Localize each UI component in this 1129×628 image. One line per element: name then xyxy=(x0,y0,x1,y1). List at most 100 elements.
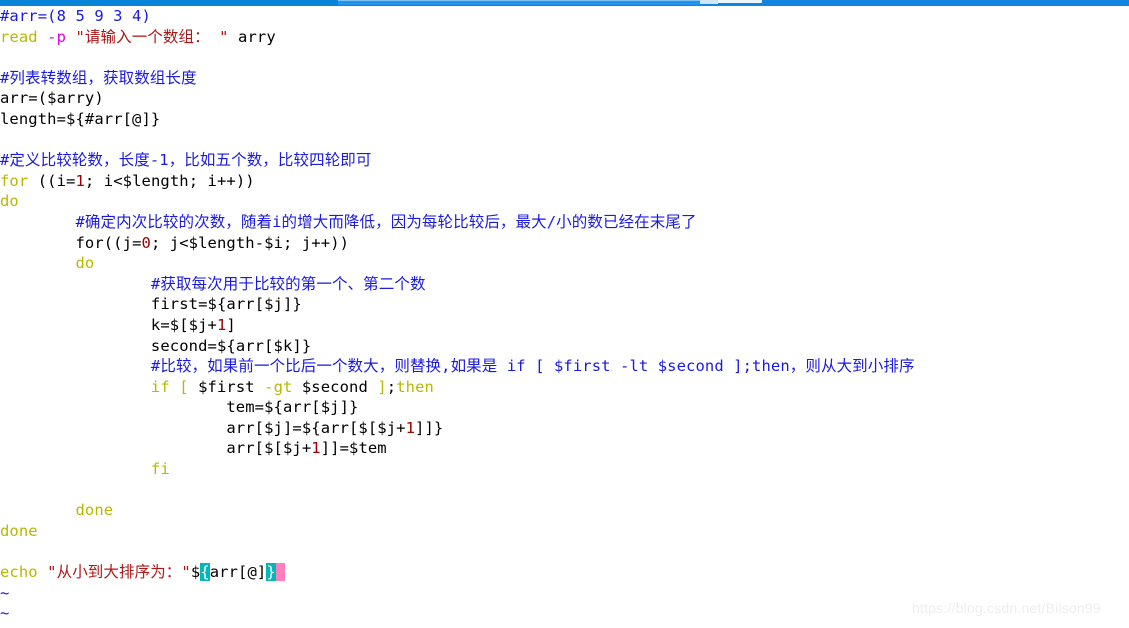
code-token-match: } xyxy=(266,563,276,582)
code-token-number: 1 xyxy=(311,439,321,458)
code-line[interactable]: tem=${arr[$j]} xyxy=(0,397,1129,418)
code-line[interactable]: first=${arr[$j]} xyxy=(0,294,1129,315)
code-line[interactable]: do xyxy=(0,191,1129,212)
code-token-keyword: if xyxy=(150,377,170,396)
code-line[interactable]: #定义比较轮数，长度-1，比如五个数，比较四轮即可 xyxy=(0,150,1129,171)
code-token-variable: ]]} xyxy=(415,418,444,437)
progress-segment-c xyxy=(700,0,718,4)
code-token-comment: #arr=(8 5 9 3 4) xyxy=(0,7,151,25)
code-line[interactable]: arr=($arry) xyxy=(0,88,1129,109)
code-token-variable: (( xyxy=(103,233,123,252)
code-line[interactable] xyxy=(0,480,1129,501)
code-token-keyword: ] xyxy=(377,377,387,396)
code-token-variable: )) xyxy=(330,233,350,252)
code-token-variable: $second xyxy=(301,377,368,396)
code-line[interactable]: done xyxy=(0,500,1129,521)
code-line[interactable]: if [ $first -gt $second ];then xyxy=(0,377,1129,398)
code-token-keyword: do xyxy=(75,254,95,273)
code-token-number: 1 xyxy=(75,171,85,190)
code-line[interactable] xyxy=(0,541,1129,562)
code-line[interactable]: for((j=0; j<$length-$i; j++)) xyxy=(0,233,1129,254)
code-token-variable: arr[@] xyxy=(209,563,267,582)
code-token-identifier: k xyxy=(150,315,161,334)
code-token-keyword: do xyxy=(0,192,19,211)
code-token-identifier: first xyxy=(150,295,199,314)
code-token-variable: $tem xyxy=(349,439,387,458)
code-token-plain: = xyxy=(292,418,302,437)
code-line[interactable]: arr[$j]=${arr[$[$j+1]]} xyxy=(0,418,1129,439)
code-token-plain: = xyxy=(339,439,350,458)
code-token-variable: $[$j+ xyxy=(169,315,217,334)
code-token-plain: arr xyxy=(0,418,255,437)
code-token-comment: #确定内次比较的次数，随着i的增大而降低，因为每轮比较后，最大/小的数已经在末尾… xyxy=(75,212,697,231)
code-line[interactable]: for ((i=1; i<$length; i++)) xyxy=(0,171,1129,192)
code-token-tilde: ~ xyxy=(0,604,10,623)
code-token-comment: #获取每次用于比较的第一个、第二个数 xyxy=(150,274,426,293)
code-token-plain: for xyxy=(0,233,104,252)
code-token-identifier: i xyxy=(56,171,67,190)
code-token-comment: #定义比较轮数，长度-1，比如五个数，比较四轮即可 xyxy=(0,151,372,170)
code-token-keyword: for xyxy=(0,171,29,190)
code-token-variable: $first xyxy=(198,377,255,396)
code-token-plain: = xyxy=(28,89,38,108)
code-token-cursor xyxy=(275,563,286,582)
code-line[interactable]: length=${#arr[@]} xyxy=(0,109,1129,130)
code-token-plain: ; i++ xyxy=(188,171,236,190)
code-line[interactable]: arr[$[$j+1]]=$tem xyxy=(0,438,1129,459)
code-line[interactable]: echo "从小到大排序为："${arr[@]} xyxy=(0,562,1129,583)
code-line[interactable]: k=$[$j+1] xyxy=(0,315,1129,336)
code-token-keyword: then xyxy=(396,377,434,396)
code-token-plain: arr xyxy=(0,439,255,458)
code-token-plain: ; j++ xyxy=(283,233,331,252)
code-token-plain: arry xyxy=(228,27,276,46)
code-token-plain: = xyxy=(254,398,265,417)
code-token-variable: $length xyxy=(122,171,189,190)
code-token-identifier: length xyxy=(0,109,57,128)
code-line[interactable]: #比较，如果前一个比后一个数大，则替换,如果是 if [ $first -lt … xyxy=(0,356,1129,377)
code-token-string: "从小到大排序为：" xyxy=(47,563,191,582)
code-token-variable: )) xyxy=(235,171,255,190)
code-token-comment: #比较，如果前一个比后一个数大，则替换,如果是 if [ $first -lt … xyxy=(150,357,915,376)
code-line[interactable] xyxy=(0,47,1129,68)
code-token-plain: = xyxy=(198,295,208,314)
code-token-var: -p xyxy=(47,27,67,46)
code-token-plain: ; j< xyxy=(150,233,189,252)
code-token-identifier: tem xyxy=(226,398,255,417)
code-line[interactable]: do xyxy=(0,253,1129,274)
code-line[interactable]: fi xyxy=(0,459,1129,480)
progress-segment-b xyxy=(338,0,700,5)
code-line[interactable] xyxy=(0,130,1129,151)
code-token-comment: #列表转数组，获取数组长度 xyxy=(0,68,197,87)
code-line[interactable]: done xyxy=(0,521,1129,542)
code-line[interactable]: #确定内次比较的次数，随着i的增大而降低，因为每轮比较后，最大/小的数已经在末尾… xyxy=(0,212,1129,233)
code-editor-area[interactable]: #arr=(8 5 9 3 4) read -p "请输入一个数组： " arry… xyxy=(0,6,1129,628)
code-line[interactable]: #获取每次用于比较的第一个、第二个数 xyxy=(0,274,1129,295)
code-line[interactable]: #arr=(8 5 9 3 4) xyxy=(0,6,1129,27)
code-token-plain: = xyxy=(132,233,142,252)
code-line[interactable]: read -p "请输入一个数组： " arry xyxy=(0,27,1129,48)
code-token-variable: ${#arr[@]} xyxy=(66,109,161,128)
code-token-variable: $ xyxy=(190,563,201,582)
code-token-variable: [$[$j+ xyxy=(254,439,312,458)
code-line[interactable]: second=${arr[$k]} xyxy=(0,336,1129,357)
code-token-variable: [$j] xyxy=(254,418,293,437)
progress-segment-d xyxy=(718,0,762,3)
code-token-number: 1 xyxy=(405,418,416,437)
code-token-variable: ; xyxy=(386,377,397,396)
code-token-keyword: read xyxy=(0,27,38,46)
code-line[interactable]: #列表转数组，获取数组长度 xyxy=(0,68,1129,89)
code-token-keyword: [ xyxy=(179,377,189,396)
code-token-match: { xyxy=(200,563,210,582)
